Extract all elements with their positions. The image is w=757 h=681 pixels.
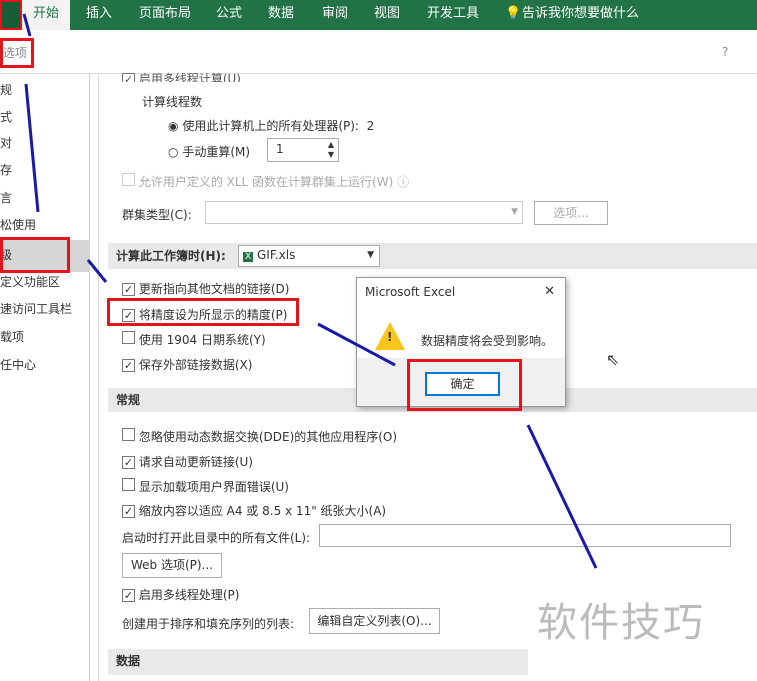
- watermark: 软件技巧: [537, 600, 705, 646]
- arrow: [526, 424, 598, 569]
- arrow: [24, 83, 40, 213]
- annotation-arrows: [22, 13, 598, 569]
- mouse-cursor-icon: ⇖: [606, 350, 620, 369]
- arrow: [317, 322, 396, 367]
- arrow: [86, 259, 108, 283]
- arrow: [22, 13, 32, 37]
